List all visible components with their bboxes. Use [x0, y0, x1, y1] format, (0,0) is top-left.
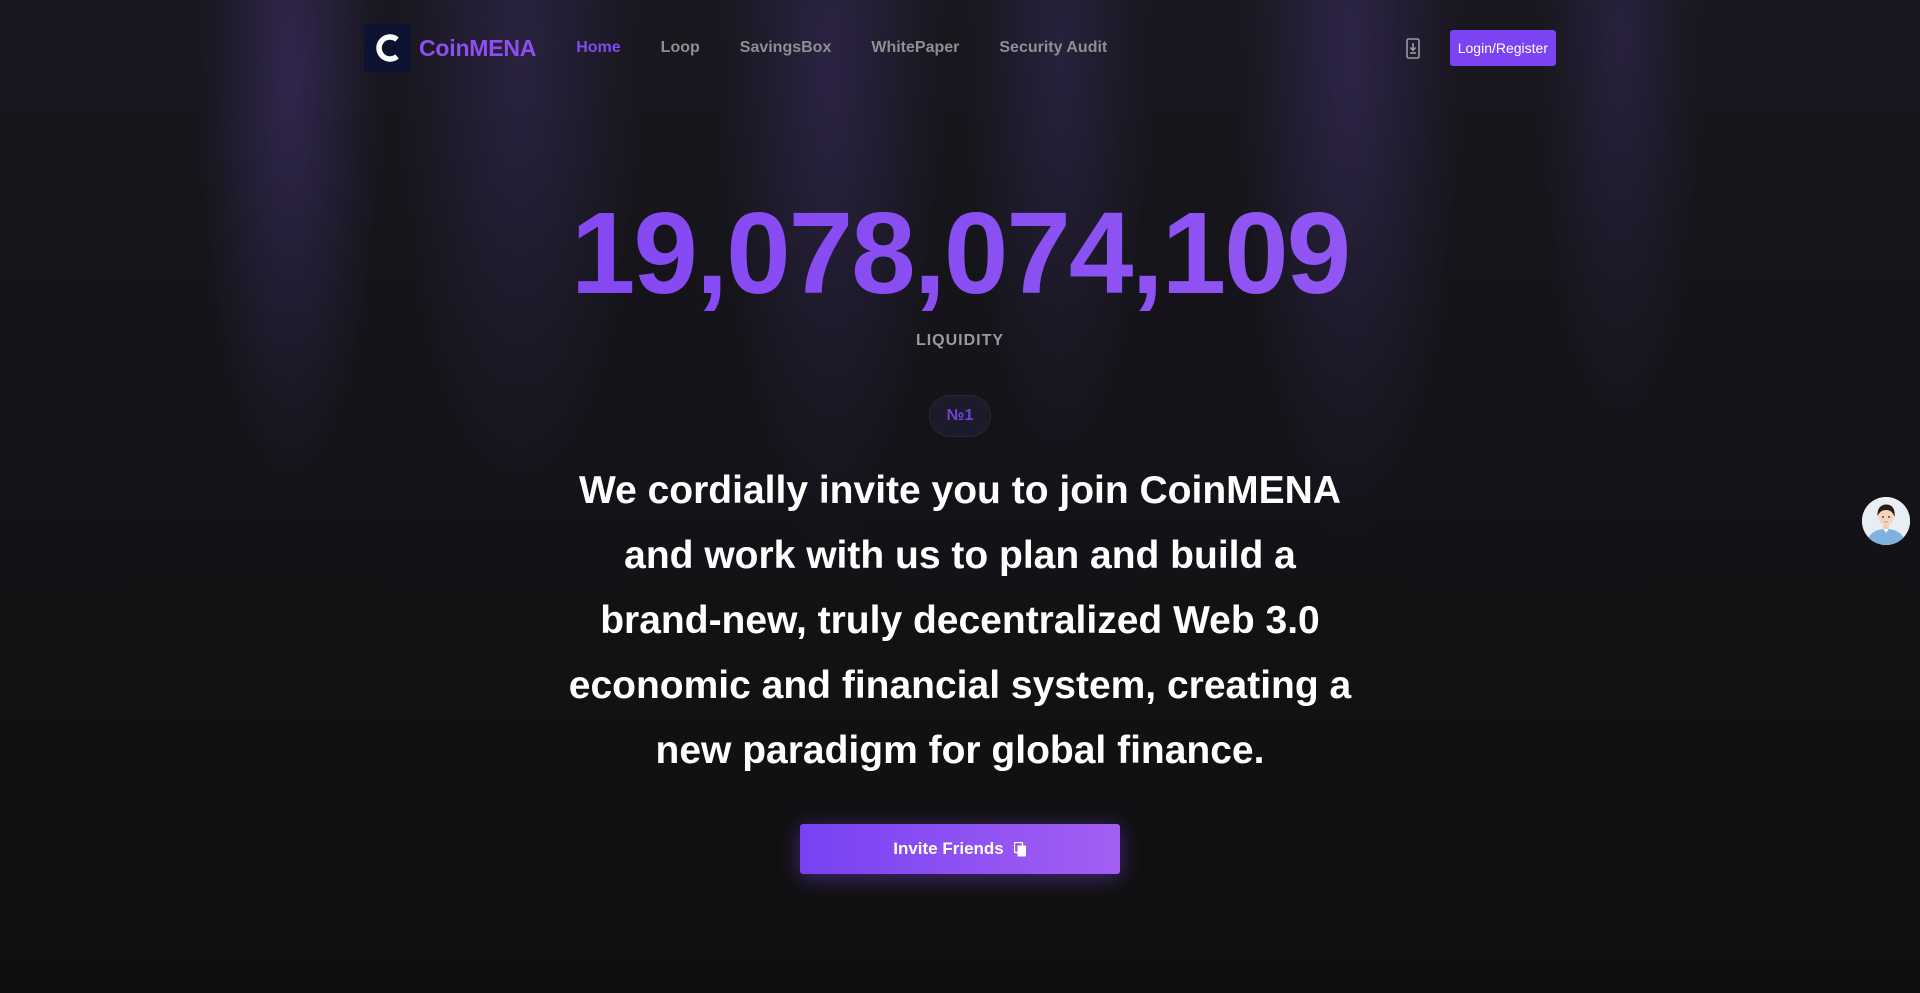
copy-icon	[1013, 841, 1027, 857]
page: CoinMENA Home Loop SavingsBox WhitePaper…	[0, 0, 1920, 993]
invite-friends-button[interactable]: Invite Friends	[800, 824, 1120, 874]
liquidity-counter: 19,078,074,109	[0, 193, 1920, 313]
coinmena-logo-icon	[364, 24, 411, 72]
mobile-download-icon[interactable]	[1405, 37, 1421, 59]
rank-badge: №1	[929, 395, 991, 437]
brand-name: CoinMENA	[419, 34, 537, 61]
login-register-button[interactable]: Login/Register	[1449, 30, 1556, 66]
nav-link-home[interactable]: Home	[576, 39, 620, 57]
main-menu: Home Loop SavingsBox WhitePaper Security…	[576, 39, 1147, 57]
nav-actions: Login/Register	[1405, 30, 1556, 66]
nav-link-savingsbox[interactable]: SavingsBox	[740, 39, 832, 57]
top-navigation: CoinMENA Home Loop SavingsBox WhitePaper…	[364, 24, 1556, 72]
nav-link-loop[interactable]: Loop	[661, 39, 700, 57]
invite-friends-label: Invite Friends	[893, 839, 1004, 858]
liquidity-label: LIQUIDITY	[915, 332, 1005, 349]
nav-link-security-audit[interactable]: Security Audit	[999, 39, 1107, 57]
support-agent-avatar[interactable]	[1862, 497, 1910, 545]
nav-link-whitepaper[interactable]: WhitePaper	[871, 39, 959, 57]
brand-logo-link[interactable]: CoinMENA	[364, 24, 536, 72]
hero-headline: We cordially invite you to join CoinMENA…	[568, 469, 1352, 772]
